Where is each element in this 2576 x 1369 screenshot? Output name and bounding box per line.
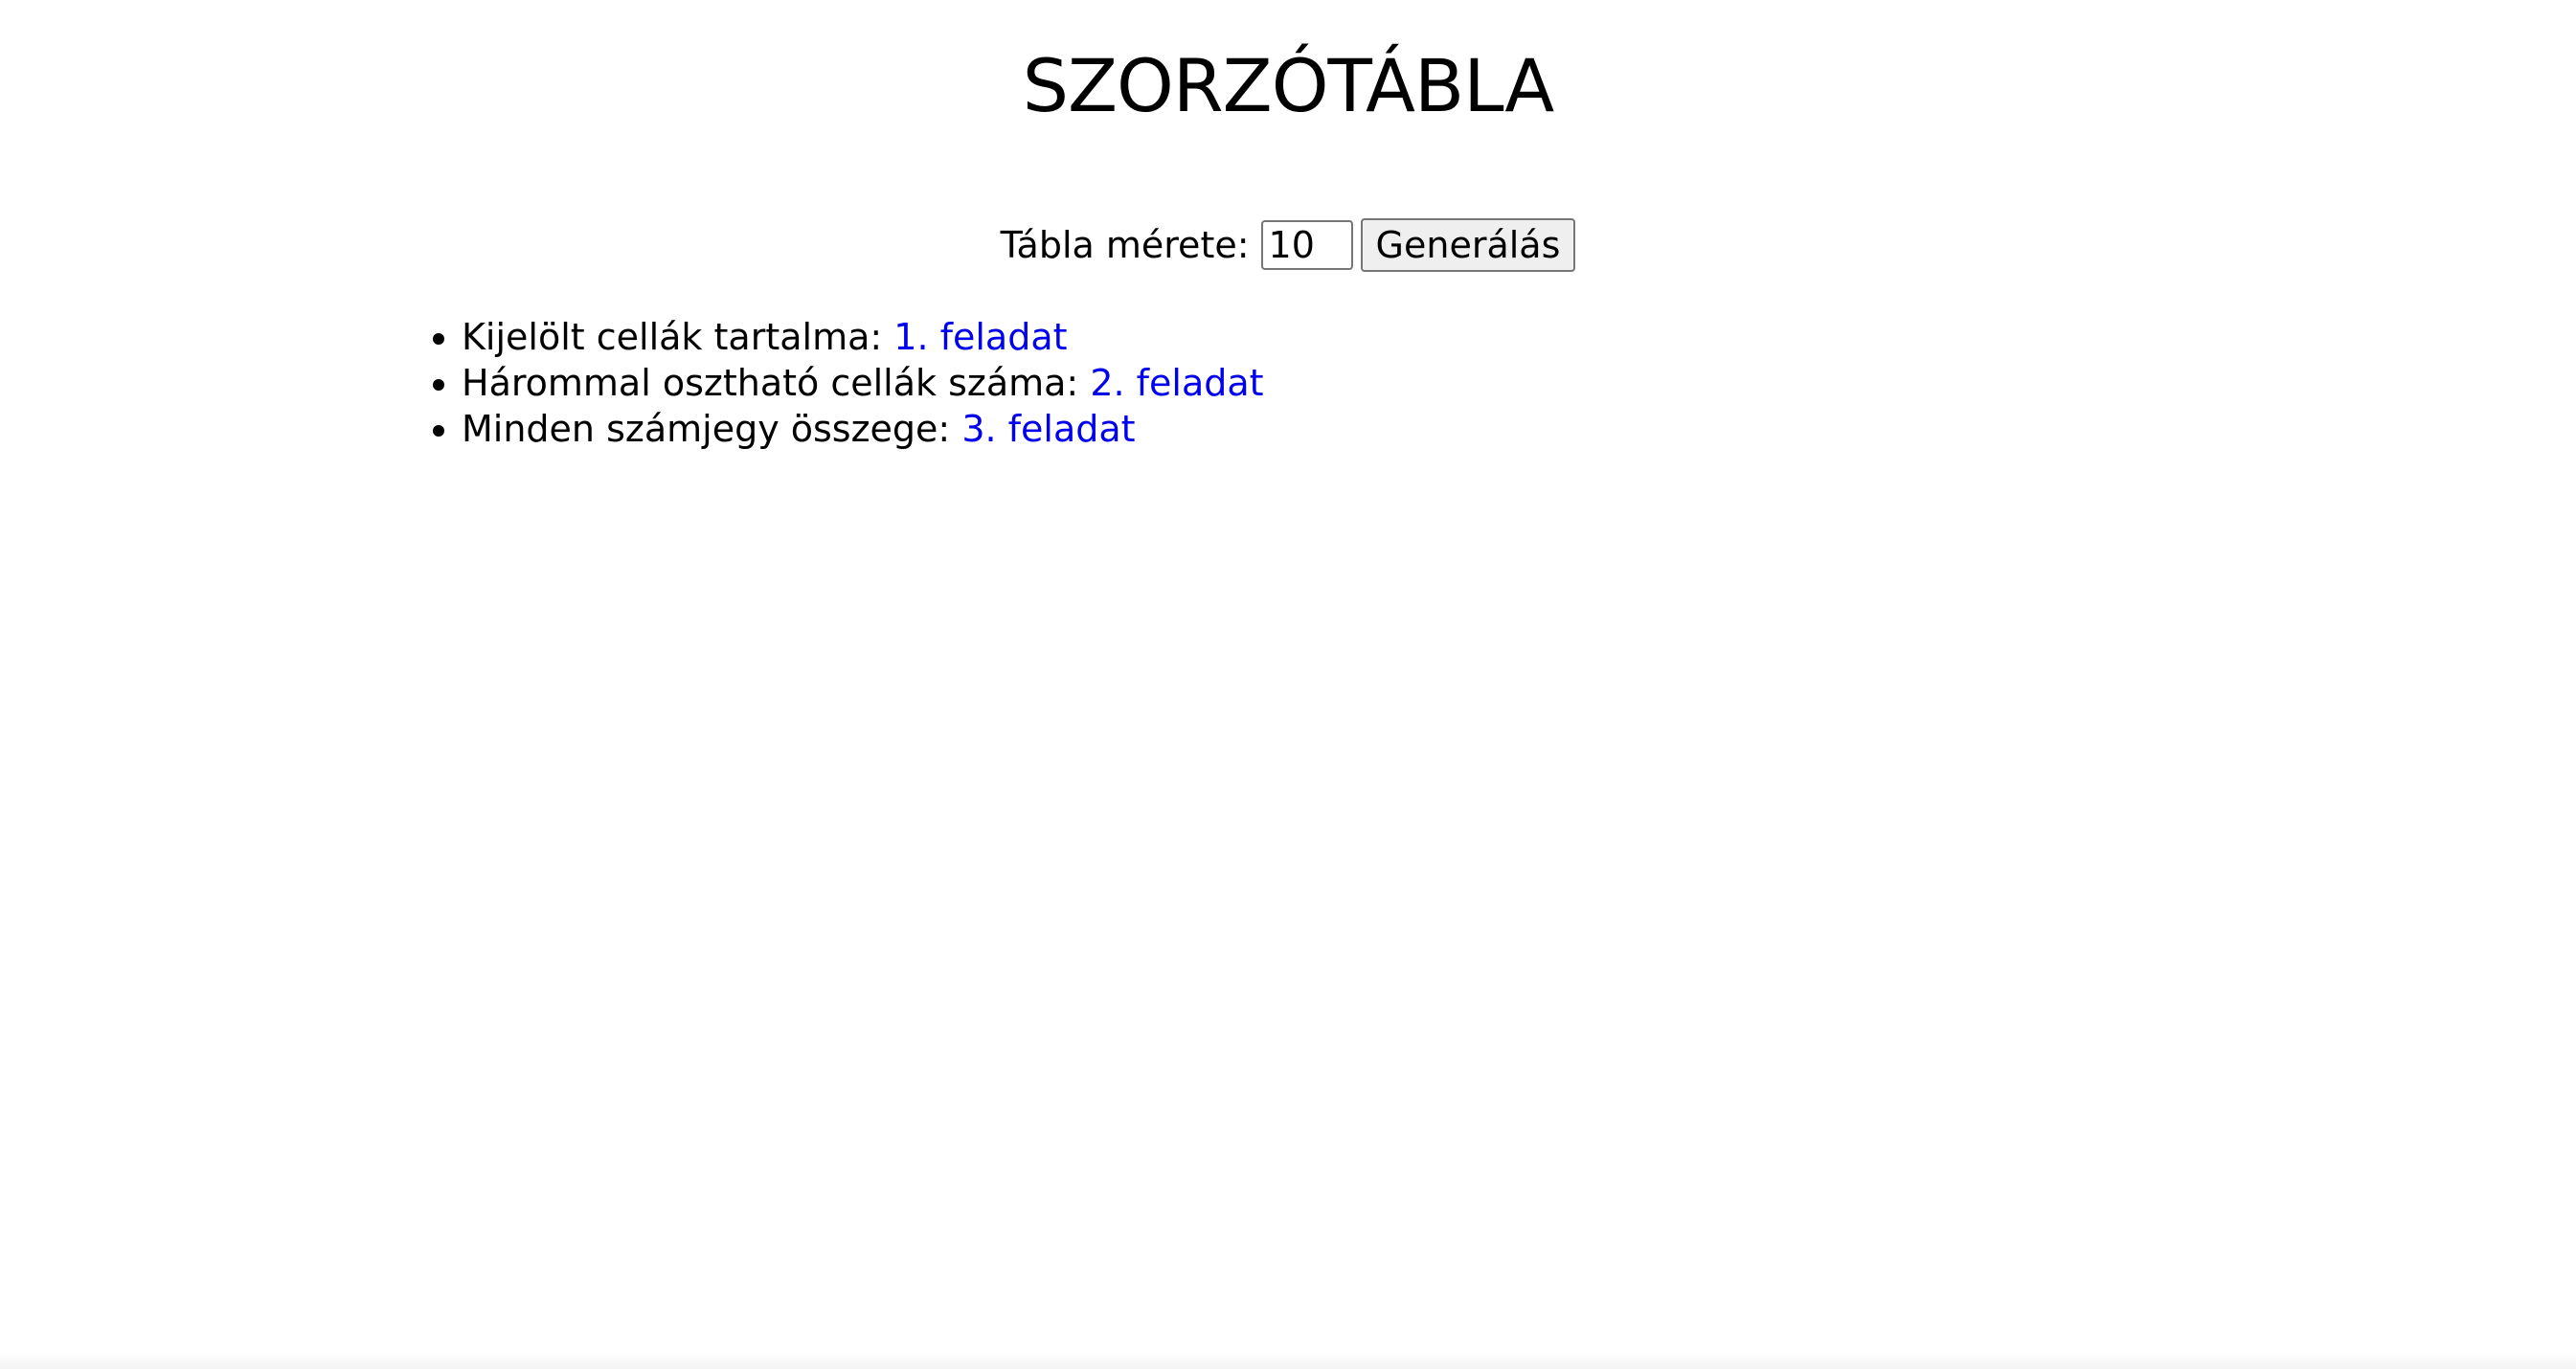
task-2-link[interactable]: 2. feladat (1090, 362, 1263, 404)
page: SZORZÓTÁBLA Tábla mérete: Generálás Kije… (0, 0, 2576, 1369)
list-item: Hárommal osztható cellák száma: 2. felad… (462, 360, 2576, 406)
table-size-input[interactable] (1260, 220, 1353, 270)
list-item: Kijelölt cellák tartalma: 1. feladat (462, 314, 2576, 360)
task-1-text: Kijelölt cellák tartalma: (462, 316, 883, 358)
page-title: SZORZÓTÁBLA (1022, 43, 1555, 128)
list-item: Minden számjegy összege: 3. feladat (462, 406, 2576, 452)
task-3-link[interactable]: 3. feladat (961, 408, 1135, 450)
bottom-edge-shade (0, 1354, 2576, 1369)
task-list: Kijelölt cellák tartalma: 1. feladat Hár… (0, 314, 2576, 452)
task-1-link[interactable]: 1. feladat (893, 316, 1067, 358)
table-size-controls: Tábla mérete: Generálás (0, 218, 2576, 272)
task-2-text: Hárommal osztható cellák száma: (462, 362, 1079, 404)
generate-button[interactable]: Generálás (1360, 218, 1576, 272)
task-3-text: Minden számjegy összege: (462, 408, 951, 450)
table-size-label: Tábla mérete: (1000, 224, 1250, 266)
